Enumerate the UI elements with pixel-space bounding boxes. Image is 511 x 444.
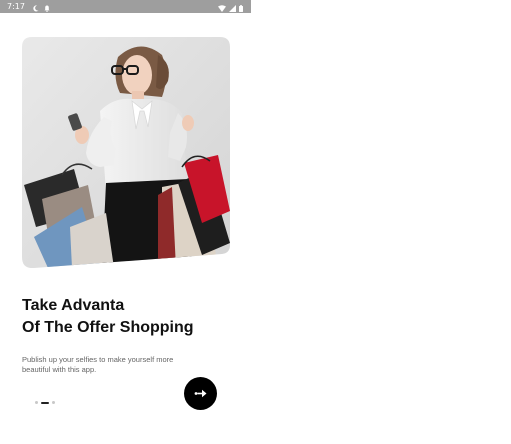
page-dot[interactable] — [35, 401, 38, 404]
title-line-1: Take Advanta — [22, 297, 125, 314]
onboarding-screen: 7:17 Take Advanta Of The Offer Shopping … — [0, 0, 251, 444]
page-dot-active[interactable] — [41, 401, 49, 404]
status-left-icons — [33, 3, 50, 16]
battery-icon — [239, 3, 243, 16]
status-time: 7:17 — [7, 2, 25, 11]
signal-icon — [229, 3, 236, 16]
onboarding-description: Publish up your selfies to make yourself… — [22, 355, 174, 374]
next-button[interactable] — [184, 377, 217, 410]
status-right-icons — [218, 3, 243, 16]
page-indicator — [35, 401, 55, 404]
arrow-right-icon — [194, 385, 207, 403]
hero-image — [22, 37, 230, 268]
moon-icon — [33, 3, 39, 16]
wifi-icon — [218, 3, 226, 16]
title-line-2: Of The Offer Shopping — [22, 319, 194, 336]
page-dot[interactable] — [52, 401, 55, 404]
status-bar: 7:17 — [0, 0, 251, 13]
onboarding-title: Take Advanta Of The Offer Shopping — [22, 295, 194, 339]
notification-icon — [44, 3, 50, 16]
